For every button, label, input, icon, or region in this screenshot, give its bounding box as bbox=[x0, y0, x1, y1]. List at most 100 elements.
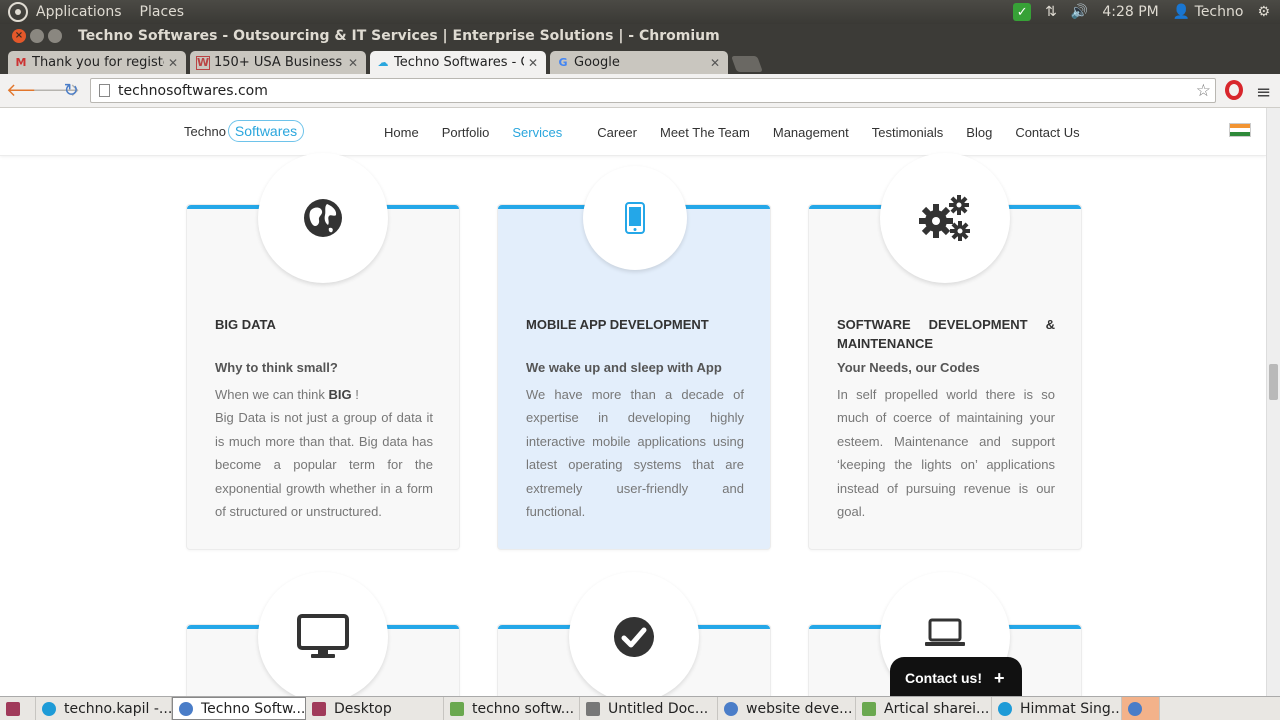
task-website-dev[interactable]: website deve... bbox=[718, 697, 856, 720]
globe-icon bbox=[304, 199, 342, 237]
gears-icon-circle bbox=[880, 153, 1010, 283]
tab-techno-softwares[interactable]: ☁ Techno Softwares - O ✕ bbox=[370, 51, 546, 74]
task-label: techno.kapil -... bbox=[64, 700, 172, 717]
tab-usa-business[interactable]: W 150+ USA Business Lis ✕ bbox=[190, 51, 366, 74]
task-techno-doc[interactable]: techno softw... bbox=[444, 697, 580, 720]
card-title: SOFTWARE DEVELOPMENT & MAINTENANCE bbox=[837, 317, 1055, 351]
page-scrollbar[interactable] bbox=[1266, 108, 1280, 696]
page-viewport: Techno Softwares Home Portfolio Services… bbox=[0, 108, 1266, 696]
card-subtitle: We wake up and sleep with App bbox=[526, 360, 722, 375]
tab-title: Google bbox=[574, 55, 620, 70]
tab-google[interactable]: G Google ✕ bbox=[550, 51, 728, 74]
card-subtitle: Your Needs, our Codes bbox=[837, 360, 980, 375]
tab-title: 150+ USA Business Lis bbox=[214, 55, 344, 70]
system-tray: ✓ ⇅ 🔊 4:28 PM 👤 Techno ⚙ bbox=[1013, 0, 1280, 24]
system-top-panel: Applications Places ✓ ⇅ 🔊 4:28 PM 👤 Tech… bbox=[0, 0, 1280, 24]
window-minimize-button[interactable] bbox=[30, 29, 44, 43]
globe-icon-circle bbox=[258, 153, 388, 283]
nav-home[interactable]: Home bbox=[384, 125, 419, 140]
india-flag-icon[interactable] bbox=[1229, 123, 1251, 137]
page-icon bbox=[99, 84, 110, 97]
card-title: MOBILE APP DEVELOPMENT bbox=[526, 317, 709, 332]
lead-prefix: When we can think bbox=[215, 387, 329, 402]
site-logo[interactable]: Techno Softwares bbox=[184, 120, 305, 142]
check-circle-icon bbox=[614, 617, 654, 657]
nav-blog[interactable]: Blog bbox=[966, 125, 992, 140]
tab-close-icon[interactable]: ✕ bbox=[528, 56, 538, 70]
document-icon bbox=[586, 701, 600, 716]
tab-close-icon[interactable]: ✕ bbox=[710, 56, 720, 70]
task-himmat[interactable]: Himmat Sing... bbox=[992, 697, 1122, 720]
chromium-icon bbox=[1128, 701, 1142, 716]
desktop-monitor-icon bbox=[297, 614, 349, 658]
mobile-phone-icon-circle bbox=[583, 166, 687, 270]
task-chromium-extra[interactable] bbox=[1122, 697, 1160, 720]
skype-icon bbox=[42, 701, 56, 716]
nav-portfolio[interactable]: Portfolio bbox=[442, 125, 490, 140]
tab-gmail[interactable]: M Thank you for register ✕ bbox=[8, 51, 186, 74]
task-label: website deve... bbox=[746, 700, 853, 717]
nav-management[interactable]: Management bbox=[773, 125, 849, 140]
settings-gear-icon[interactable]: ⚙ bbox=[1257, 4, 1270, 20]
tab-close-icon[interactable]: ✕ bbox=[168, 56, 178, 70]
nav-meet-the-team[interactable]: Meet The Team bbox=[660, 125, 750, 140]
address-bar[interactable]: technosoftwares.com ☆ bbox=[90, 78, 1216, 103]
laptop-icon bbox=[925, 618, 965, 646]
reload-icon[interactable]: ↻ bbox=[58, 80, 84, 101]
chromium-icon bbox=[724, 701, 738, 716]
cloud-icon: ☁ bbox=[377, 56, 389, 69]
opera-extension-icon[interactable] bbox=[1225, 80, 1243, 100]
lead-bold: BIG bbox=[328, 387, 352, 402]
task-label: Untitled Doc... bbox=[608, 700, 709, 717]
task-artical[interactable]: Artical sharei... bbox=[856, 697, 992, 720]
check-icon-circle bbox=[569, 572, 699, 696]
places-menu[interactable]: Places bbox=[140, 4, 185, 20]
volume-icon[interactable]: 🔊 bbox=[1071, 4, 1088, 20]
bookmark-star-icon[interactable]: ☆ bbox=[1196, 81, 1211, 101]
window-maximize-button[interactable] bbox=[48, 29, 62, 43]
ubuntu-logo-icon[interactable] bbox=[8, 2, 28, 22]
w-icon: W bbox=[196, 55, 210, 70]
nav-contact-us[interactable]: Contact Us bbox=[1015, 125, 1079, 140]
new-tab-button[interactable] bbox=[731, 56, 763, 72]
nav-services[interactable]: Services bbox=[512, 125, 562, 140]
applications-menu[interactable]: Applications bbox=[36, 4, 122, 20]
nav-career[interactable]: Career bbox=[597, 125, 637, 140]
site-navbar: Techno Softwares Home Portfolio Services… bbox=[0, 108, 1266, 156]
google-icon: G bbox=[558, 56, 568, 69]
site-nav-links: Home Portfolio Services Career Meet The … bbox=[384, 125, 1103, 140]
menu-hamburger-icon[interactable]: ≡ bbox=[1256, 82, 1271, 103]
tab-title: Techno Softwares - O bbox=[394, 55, 524, 70]
logo-text: Techno bbox=[184, 123, 226, 139]
contact-us-widget[interactable]: Contact us! + bbox=[890, 657, 1022, 696]
update-check-icon[interactable]: ✓ bbox=[1013, 3, 1032, 21]
nav-testimonials[interactable]: Testimonials bbox=[872, 125, 944, 140]
show-desktop-button[interactable] bbox=[0, 697, 36, 720]
card-title: BIG DATA bbox=[215, 317, 276, 332]
back-arrow-icon[interactable]: 🡐 bbox=[6, 80, 54, 101]
task-label: Techno Softw... bbox=[201, 700, 306, 717]
task-skype[interactable]: techno.kapil -... bbox=[36, 697, 172, 720]
tab-close-icon[interactable]: ✕ bbox=[348, 56, 358, 70]
gears-icon bbox=[919, 195, 970, 241]
task-desktop[interactable]: Desktop bbox=[306, 697, 444, 720]
tab-strip: M Thank you for register ✕ W 150+ USA Bu… bbox=[0, 48, 1280, 74]
spreadsheet-icon bbox=[862, 701, 876, 716]
card-subtitle: Why to think small? bbox=[215, 360, 338, 375]
window-title: Techno Softwares - Outsourcing & IT Serv… bbox=[78, 28, 720, 44]
taskbar: techno.kapil -... Techno Softw... Deskto… bbox=[0, 696, 1280, 720]
task-chromium[interactable]: Techno Softw... bbox=[172, 697, 306, 720]
user-menu[interactable]: 👤 Techno bbox=[1173, 4, 1244, 20]
desktop-folder-icon bbox=[312, 701, 326, 716]
card-body: When we can think BIG ! Big Data is not … bbox=[215, 383, 433, 523]
clock[interactable]: 4:28 PM bbox=[1102, 4, 1158, 20]
window-close-button[interactable]: × bbox=[12, 29, 26, 43]
user-name: Techno bbox=[1194, 4, 1244, 20]
browser-toolbar: 🡐 🡒 ↻ technosoftwares.com ☆ bbox=[0, 74, 1280, 108]
scrollbar-thumb[interactable] bbox=[1269, 364, 1278, 400]
forward-arrow-icon[interactable]: 🡒 bbox=[32, 80, 80, 101]
card-body: In self propelled world there is so much… bbox=[837, 387, 1055, 520]
network-arrows-icon[interactable]: ⇅ bbox=[1045, 4, 1057, 20]
card-lead: When we can think BIG ! bbox=[215, 387, 359, 402]
task-untitled-doc[interactable]: Untitled Doc... bbox=[580, 697, 718, 720]
